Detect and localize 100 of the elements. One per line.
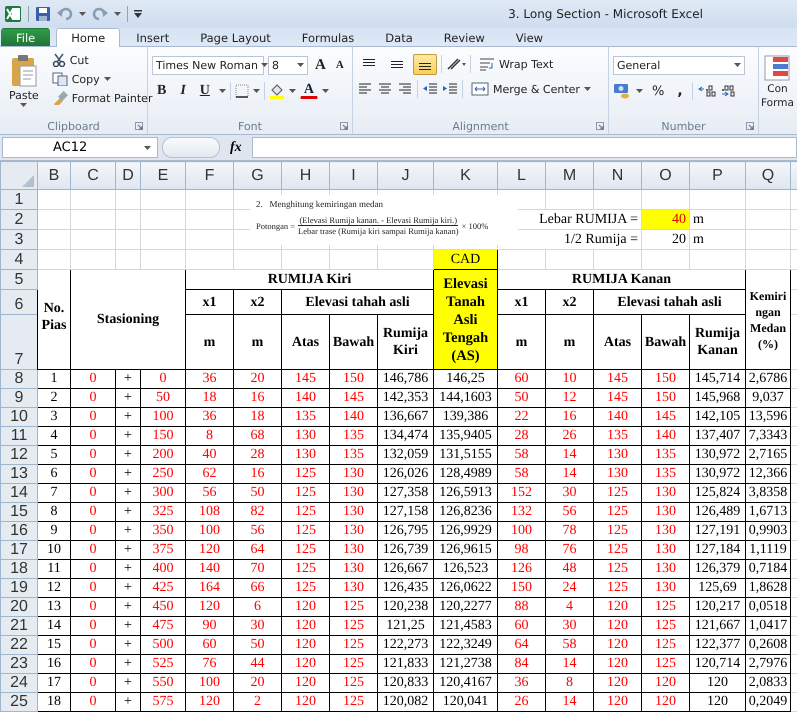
dialog-launcher-icon[interactable] — [135, 122, 143, 130]
column-header[interactable]: F — [186, 162, 234, 190]
caret-icon[interactable] — [252, 89, 260, 93]
ribbon-tab[interactable]: Formulas — [286, 28, 370, 46]
insert-function-button[interactable]: fx — [224, 140, 248, 156]
column-header[interactable]: H — [282, 162, 330, 190]
formula-input[interactable] — [252, 137, 797, 158]
underline-button[interactable]: U — [194, 82, 215, 100]
align-bottom-button[interactable] — [413, 54, 437, 74]
grow-font-button[interactable]: A — [312, 56, 329, 74]
fill-color-icon[interactable] — [268, 83, 285, 99]
row-header[interactable]: 15 — [0, 502, 38, 522]
row-header[interactable]: 2 — [0, 210, 38, 230]
column-header[interactable]: G — [234, 162, 282, 190]
row-header[interactable]: 4 — [0, 250, 38, 270]
row-header[interactable]: 23 — [0, 654, 38, 674]
column-header[interactable]: N — [594, 162, 642, 190]
caret-icon[interactable] — [144, 146, 151, 150]
comma-button[interactable]: , — [673, 81, 687, 101]
caret-icon[interactable] — [260, 63, 268, 67]
font-size-field[interactable]: 8 — [268, 56, 308, 74]
italic-button[interactable]: I — [175, 82, 191, 100]
ribbon-tab[interactable]: View — [500, 28, 558, 46]
header-cell: Bawah — [642, 314, 690, 370]
row-header[interactable]: 18 — [0, 560, 38, 578]
file-menu-button[interactable]: File — [1, 28, 50, 46]
row-header[interactable]: 21 — [0, 616, 38, 636]
caret-icon[interactable] — [218, 89, 226, 93]
column-header[interactable]: P — [690, 162, 746, 190]
caret-icon[interactable] — [20, 103, 28, 107]
row-header[interactable]: 12 — [0, 446, 38, 464]
column-header[interactable]: K — [434, 162, 498, 190]
paste-button[interactable]: Paste — [4, 51, 44, 118]
row-header[interactable]: 3 — [0, 230, 38, 250]
column-header[interactable]: B — [38, 162, 70, 190]
row-header[interactable]: 24 — [0, 674, 38, 692]
table-cell: 13,596 — [746, 408, 790, 426]
table-cell: 375 — [140, 540, 186, 560]
table-cell: 6 — [38, 464, 70, 484]
caret-icon[interactable] — [79, 12, 86, 16]
row-header[interactable]: 13 — [0, 464, 38, 484]
row-header[interactable]: 19 — [0, 578, 38, 598]
caret-icon[interactable] — [288, 89, 296, 93]
ribbon-tab[interactable]: Insert — [121, 28, 184, 46]
dialog-launcher-icon[interactable] — [596, 122, 604, 130]
column-header[interactable]: I — [330, 162, 378, 190]
row-header[interactable]: 14 — [0, 484, 38, 502]
row-header[interactable]: 9 — [0, 388, 38, 408]
ribbon-tab[interactable]: Page Layout — [185, 28, 286, 46]
ribbon-tab[interactable]: Data — [370, 28, 428, 46]
save-icon[interactable] — [35, 6, 51, 22]
shrink-font-button[interactable]: A — [332, 58, 347, 72]
orientation-icon[interactable] — [446, 57, 466, 71]
row-header[interactable]: 11 — [0, 426, 38, 446]
row-header[interactable]: 7 — [0, 314, 38, 370]
name-box[interactable]: AC12 — [2, 137, 158, 158]
font-color-button[interactable]: A — [300, 83, 318, 99]
row-header[interactable]: 6 — [0, 290, 38, 314]
row-header[interactable]: 20 — [0, 598, 38, 616]
dialog-launcher-icon[interactable] — [340, 122, 348, 130]
caret-icon[interactable] — [636, 89, 643, 93]
table-cell: 120,041 — [434, 692, 498, 712]
caret-icon[interactable] — [734, 63, 741, 67]
table-cell: 10 — [38, 540, 70, 560]
ribbon-tab[interactable]: Home — [56, 28, 120, 47]
caret-icon[interactable] — [297, 63, 304, 67]
ribbon-tab[interactable]: Review — [428, 28, 500, 46]
caret-icon[interactable] — [114, 12, 121, 16]
row-header[interactable]: 22 — [0, 636, 38, 654]
caret-icon[interactable] — [584, 87, 591, 91]
wrap-text-button[interactable]: Wrap Text — [475, 55, 558, 73]
column-header[interactable]: Q — [746, 162, 790, 190]
increase-decimal-icon[interactable] — [698, 84, 716, 98]
column-header[interactable]: J — [378, 162, 434, 190]
dialog-launcher-icon[interactable] — [746, 122, 754, 130]
column-header[interactable]: E — [140, 162, 186, 190]
caret-icon[interactable] — [322, 89, 330, 93]
header-cell: x2 — [234, 290, 282, 314]
number-format-field[interactable]: General — [613, 56, 745, 74]
column-header[interactable]: C — [70, 162, 116, 190]
copy-icon — [52, 72, 68, 86]
column-header[interactable]: M — [546, 162, 594, 190]
currency-icon[interactable] — [613, 83, 631, 99]
row-header[interactable]: 17 — [0, 540, 38, 560]
row-header[interactable]: 16 — [0, 522, 38, 540]
merge-center-button[interactable]: Merge & Center — [467, 80, 595, 98]
customize-icon[interactable] — [134, 10, 142, 18]
caret-icon[interactable] — [104, 77, 111, 81]
row-header[interactable]: 5 — [0, 270, 38, 290]
row-header[interactable]: 8 — [0, 370, 38, 388]
borders-icon[interactable] — [234, 84, 249, 98]
excel-icon[interactable] — [4, 5, 22, 23]
row-header[interactable]: 10 — [0, 408, 38, 426]
column-header[interactable]: O — [642, 162, 690, 190]
conditional-formatting-button[interactable]: Con Forma — [761, 51, 794, 109]
row-header[interactable]: 25 — [0, 692, 38, 712]
column-header[interactable]: L — [498, 162, 546, 190]
column-header[interactable]: D — [116, 162, 140, 190]
percent-button[interactable]: % — [648, 82, 668, 100]
row-header[interactable]: 1 — [0, 190, 38, 210]
